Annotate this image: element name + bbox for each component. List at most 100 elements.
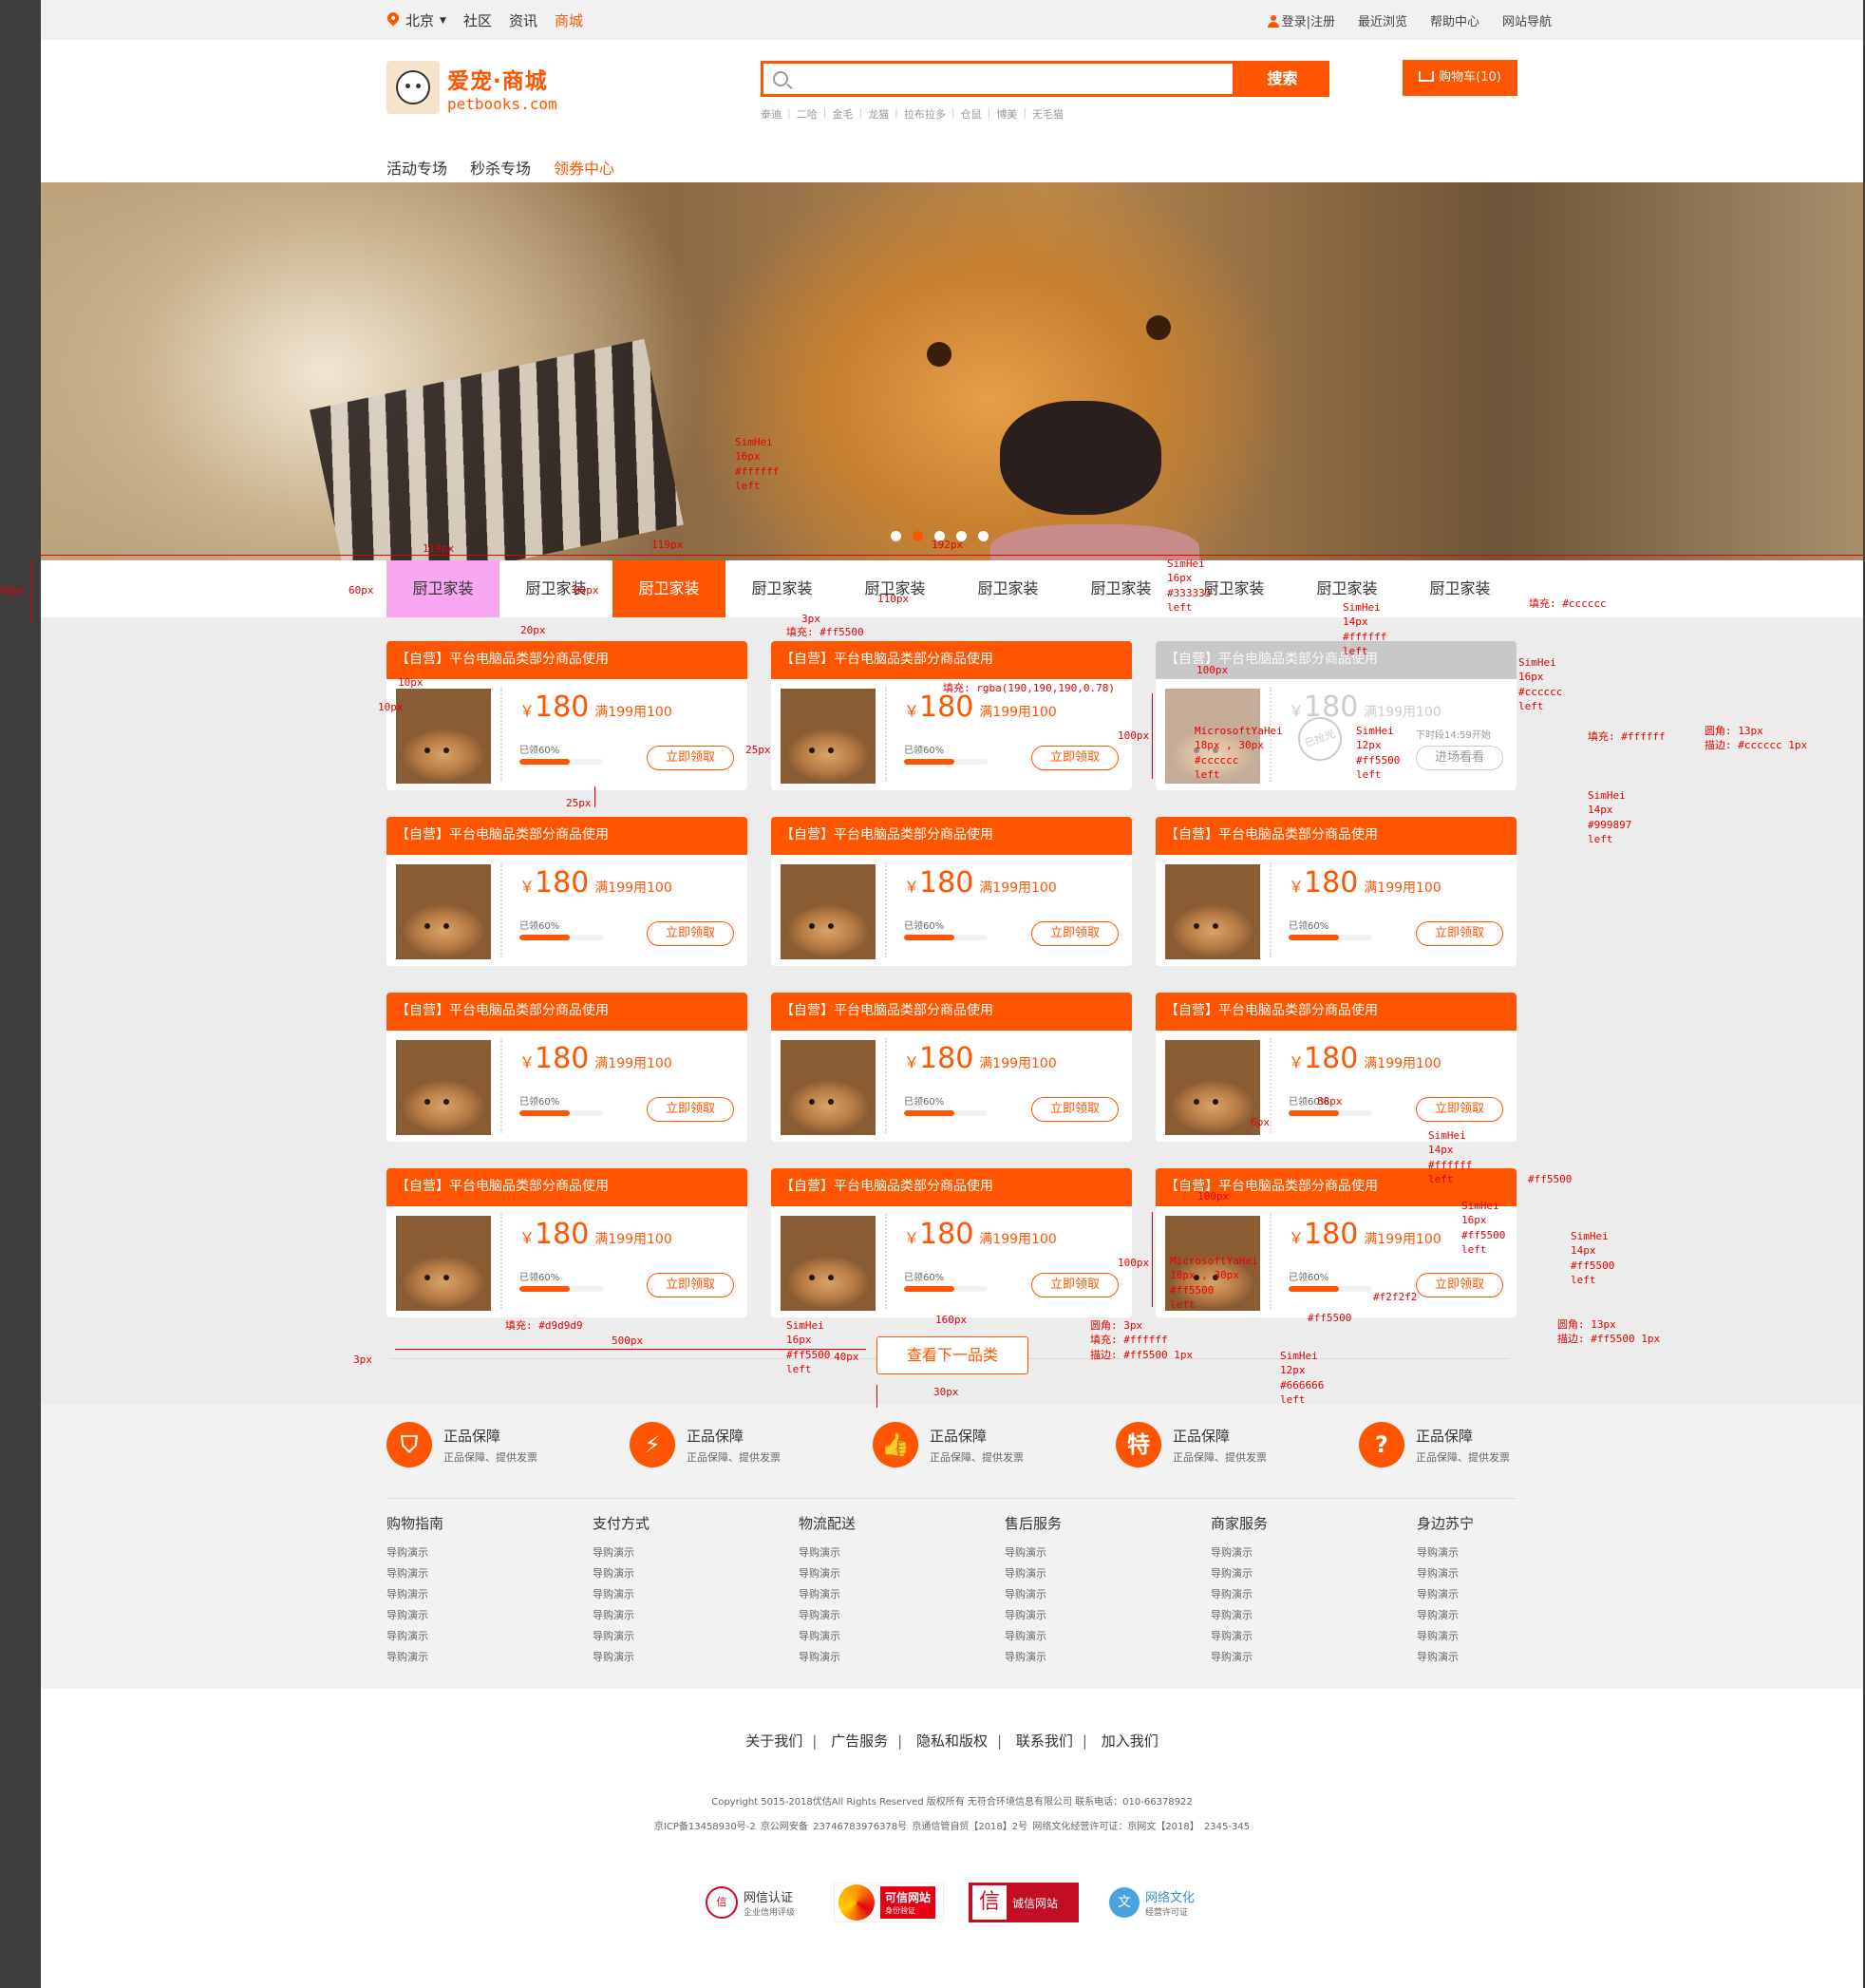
top-link-mall[interactable]: 商城 [555, 10, 583, 30]
footer-column-link[interactable]: 导购演示 [1005, 1586, 1062, 1607]
annotation-text: left [1280, 1393, 1306, 1407]
footer-column-link[interactable]: 导购演示 [593, 1544, 650, 1565]
hero-banner[interactable] [41, 182, 1863, 560]
footer-column-link[interactable]: 导购演示 [386, 1565, 443, 1586]
claim-coupon-button[interactable]: 立即领取 [1031, 1273, 1119, 1297]
hot-keyword[interactable]: 金毛 [832, 106, 853, 122]
footer-column-link[interactable]: 导购演示 [1417, 1649, 1474, 1670]
category-tab[interactable]: 厨卫家装 [838, 560, 951, 617]
next-category-button[interactable]: 查看下一品类 [876, 1336, 1028, 1374]
footer-column-link[interactable]: 导购演示 [1005, 1607, 1062, 1628]
footer-column-link[interactable]: 导购演示 [1211, 1544, 1268, 1565]
footer-column-link[interactable]: 导购演示 [1417, 1586, 1474, 1607]
footer-column-link[interactable]: 导购演示 [799, 1544, 856, 1565]
footer-column-link[interactable]: 导购演示 [799, 1628, 856, 1649]
footer-column-link[interactable]: 导购演示 [799, 1649, 856, 1670]
badge-integrity-site[interactable]: 信 诚信网站 [969, 1883, 1079, 1922]
footer-column-link[interactable]: 导购演示 [799, 1565, 856, 1586]
footer-column-link[interactable]: 导购演示 [1211, 1565, 1268, 1586]
footer-column-link[interactable]: 导购演示 [1417, 1565, 1474, 1586]
coupon-product-image[interactable] [781, 864, 876, 959]
site-logo[interactable]: 爱宠·商城 petbooks.com [386, 61, 557, 114]
claim-coupon-button[interactable]: 立即领取 [1416, 921, 1503, 946]
coupon-product-image[interactable] [396, 1040, 491, 1135]
claim-coupon-button[interactable]: 立即领取 [647, 1273, 734, 1297]
claim-coupon-button[interactable]: 立即领取 [647, 921, 734, 946]
top-link-community[interactable]: 社区 [463, 10, 492, 30]
top-link-news[interactable]: 资讯 [509, 10, 537, 30]
footer-column-link[interactable]: 导购演示 [593, 1607, 650, 1628]
footer-column-link[interactable]: 导购演示 [386, 1628, 443, 1649]
footer-column-link[interactable]: 导购演示 [1211, 1607, 1268, 1628]
footer-link-join[interactable]: 加入我们 [1102, 1732, 1159, 1750]
footer-column-link[interactable]: 导购演示 [1417, 1628, 1474, 1649]
banner-dot[interactable] [978, 531, 989, 541]
search-button[interactable]: 搜索 [1235, 61, 1329, 97]
footer-column-link[interactable]: 导购演示 [386, 1649, 443, 1670]
footer-link-ads[interactable]: 广告服务 [831, 1732, 888, 1750]
footer-link-about[interactable]: 关于我们 [745, 1732, 802, 1750]
footer-column-link[interactable]: 导购演示 [386, 1607, 443, 1628]
help-center-link[interactable]: 帮助中心 [1430, 11, 1479, 29]
hot-keyword[interactable]: 仓鼠 [961, 106, 982, 122]
enter-venue-button[interactable]: 进场看看 [1416, 746, 1503, 770]
claim-coupon-button[interactable]: 立即领取 [1416, 1097, 1503, 1122]
footer-link-privacy[interactable]: 隐私和版权 [916, 1732, 988, 1750]
footer-column-link[interactable]: 导购演示 [1005, 1649, 1062, 1670]
search-input[interactable] [796, 64, 1176, 94]
category-tab[interactable]: 厨卫家装 [1064, 560, 1177, 617]
coupon-product-image[interactable] [1165, 1040, 1260, 1135]
claim-coupon-button[interactable]: 立即领取 [647, 746, 734, 770]
footer-link-contact[interactable]: 联系我们 [1016, 1732, 1073, 1750]
banner-dot[interactable] [913, 531, 923, 541]
hot-keyword[interactable]: 龙猫 [868, 106, 889, 122]
footer-column-link[interactable]: 导购演示 [1005, 1544, 1062, 1565]
footer-column-link[interactable]: 导购演示 [1417, 1607, 1474, 1628]
hot-keyword[interactable]: 二哈 [797, 106, 818, 122]
footer-column-link[interactable]: 导购演示 [593, 1628, 650, 1649]
category-tab[interactable]: 厨卫家装 [386, 560, 499, 617]
footer-column-link[interactable]: 导购演示 [1417, 1544, 1474, 1565]
coupon-product-image[interactable] [1165, 864, 1260, 959]
footer-column-link[interactable]: 导购演示 [593, 1649, 650, 1670]
badge-net-culture[interactable]: 文 网络文化 经营许可证 [1109, 1883, 1195, 1922]
footer-column-link[interactable]: 导购演示 [1005, 1628, 1062, 1649]
site-nav-link[interactable]: 网站导航 [1502, 11, 1552, 29]
footer-column-link[interactable]: 导购演示 [799, 1607, 856, 1628]
city-selector[interactable]: 北京 ▼ [386, 10, 446, 30]
category-tab[interactable]: 厨卫家装 [612, 560, 725, 617]
footer-column-link[interactable]: 导购演示 [799, 1586, 856, 1607]
badge-trusted-site[interactable]: 可信网站 身份验证 [834, 1883, 944, 1922]
cart-button[interactable]: 购物车(10) [1403, 60, 1517, 96]
footer-column-link[interactable]: 导购演示 [1211, 1586, 1268, 1607]
claim-coupon-button[interactable]: 立即领取 [1031, 921, 1119, 946]
footer-column-link[interactable]: 导购演示 [386, 1586, 443, 1607]
coupon-product-image[interactable] [396, 1216, 491, 1311]
hot-keyword[interactable]: 拉布拉多 [904, 106, 946, 122]
hot-keyword[interactable]: 泰迪 [761, 106, 782, 122]
hot-keyword[interactable]: 无毛猫 [1032, 106, 1064, 122]
badge-cyber-cert[interactable]: 信 网信认证 企业信用评级 [706, 1883, 795, 1922]
hot-keyword[interactable]: 博美 [996, 106, 1017, 122]
coupon-product-image[interactable] [781, 1216, 876, 1311]
banner-dot[interactable] [891, 531, 901, 541]
claim-coupon-button[interactable]: 立即领取 [1031, 1097, 1119, 1122]
claim-coupon-button[interactable]: 立即领取 [1031, 746, 1119, 770]
footer-column-link[interactable]: 导购演示 [1211, 1628, 1268, 1649]
coupon-product-image[interactable] [781, 689, 876, 784]
claim-coupon-button[interactable]: 立即领取 [647, 1097, 734, 1122]
footer-column-link[interactable]: 导购演示 [1211, 1649, 1268, 1670]
claim-coupon-button[interactable]: 立即领取 [1416, 1273, 1503, 1297]
category-tab[interactable]: 厨卫家装 [725, 560, 838, 617]
login-register-link[interactable]: 登录|注册 [1267, 11, 1335, 29]
category-tab[interactable]: 厨卫家装 [951, 560, 1064, 617]
recent-browse-link[interactable]: 最近浏览 [1358, 11, 1407, 29]
coupon-product-image[interactable] [396, 689, 491, 784]
coupon-product-image[interactable] [396, 864, 491, 959]
footer-column-link[interactable]: 导购演示 [593, 1565, 650, 1586]
category-tab[interactable]: 厨卫家装 [1403, 560, 1516, 617]
coupon-product-image[interactable] [781, 1040, 876, 1135]
footer-column-link[interactable]: 导购演示 [386, 1544, 443, 1565]
footer-column-link[interactable]: 导购演示 [1005, 1565, 1062, 1586]
footer-column-link[interactable]: 导购演示 [593, 1586, 650, 1607]
